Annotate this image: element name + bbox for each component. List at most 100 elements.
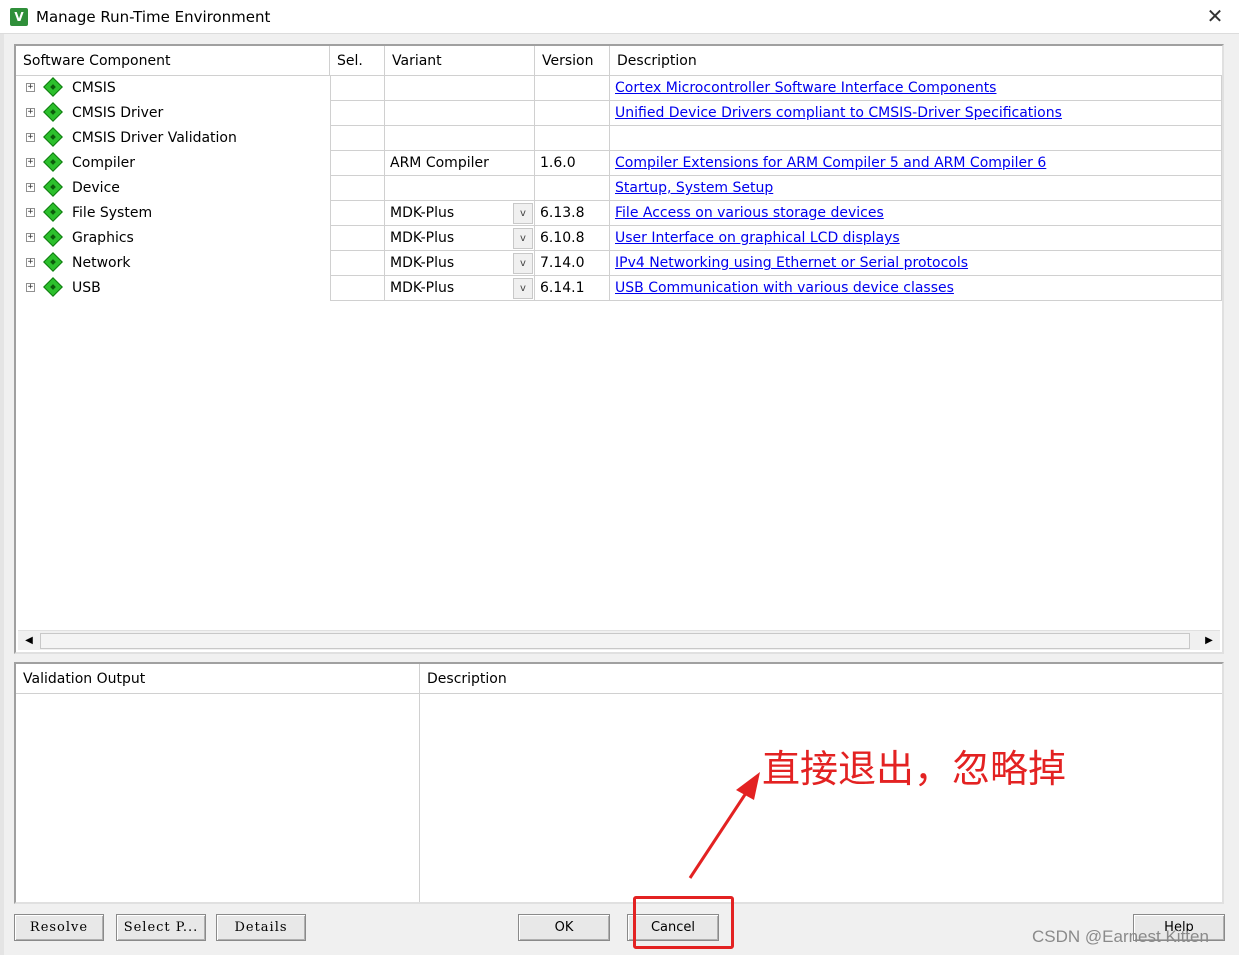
description-link[interactable]: Cortex Microcontroller Software Interfac… bbox=[615, 80, 996, 96]
component-diamond-icon bbox=[43, 102, 63, 122]
select-packs-button[interactable]: Select P... bbox=[116, 914, 206, 941]
variant-cell bbox=[385, 126, 535, 151]
horizontal-scrollbar[interactable]: ◀ ▶ bbox=[18, 630, 1220, 650]
description-link[interactable]: Compiler Extensions for ARM Compiler 5 a… bbox=[615, 155, 1046, 171]
column-header-description[interactable]: Description bbox=[610, 46, 1222, 76]
resolve-button[interactable]: Resolve bbox=[14, 914, 104, 941]
column-header-version[interactable]: Version bbox=[535, 46, 610, 76]
component-name: Device bbox=[72, 180, 120, 196]
component-name: Graphics bbox=[72, 230, 134, 246]
component-diamond-icon bbox=[43, 202, 63, 222]
expand-plus-icon[interactable]: + bbox=[26, 233, 35, 242]
description-cell: Unified Device Drivers compliant to CMSI… bbox=[610, 101, 1222, 126]
expand-plus-icon[interactable]: + bbox=[26, 283, 35, 292]
sel-cell[interactable] bbox=[330, 226, 385, 251]
version-cell bbox=[535, 76, 610, 101]
title-bar: V Manage Run-Time Environment ✕ bbox=[0, 0, 1239, 34]
details-button[interactable]: Details bbox=[216, 914, 306, 941]
component-cell: + File System bbox=[16, 201, 330, 226]
variant-cell bbox=[385, 101, 535, 126]
variant-cell[interactable]: MDK-Plus v bbox=[385, 226, 535, 251]
component-cell: + CMSIS Driver Validation bbox=[16, 126, 330, 151]
annotation-arrow bbox=[688, 772, 760, 879]
column-header-component[interactable]: Software Component bbox=[16, 46, 330, 76]
sel-cell[interactable] bbox=[330, 201, 385, 226]
expand-plus-icon[interactable]: + bbox=[26, 208, 35, 217]
validation-header: Validation Output Description bbox=[16, 664, 1222, 694]
table-row[interactable]: + Graphics MDK-Plus v 6.10.8 User Interface o… bbox=[16, 226, 1222, 251]
table-row[interactable]: + USB MDK-Plus v 6.14.1 USB Communication wit… bbox=[16, 276, 1222, 301]
column-header-validation-output[interactable]: Validation Output bbox=[16, 664, 420, 694]
description-cell: Compiler Extensions for ARM Compiler 5 a… bbox=[610, 151, 1222, 176]
variant-value: MDK-Plus bbox=[390, 205, 455, 221]
description-link[interactable]: File Access on various storage devices bbox=[615, 205, 884, 221]
sel-cell[interactable] bbox=[330, 126, 385, 151]
left-edge bbox=[0, 34, 4, 955]
table-row[interactable]: + Compiler ARM Compiler 1.6.0 Compiler Exten… bbox=[16, 151, 1222, 176]
chevron-down-icon[interactable]: v bbox=[513, 253, 533, 274]
component-cell: + CMSIS bbox=[16, 76, 330, 101]
sel-cell[interactable] bbox=[330, 101, 385, 126]
component-diamond-icon bbox=[43, 77, 63, 97]
expand-plus-icon[interactable]: + bbox=[26, 183, 35, 192]
sel-cell[interactable] bbox=[330, 276, 385, 301]
column-header-variant[interactable]: Variant bbox=[385, 46, 535, 76]
column-header-sel[interactable]: Sel. bbox=[330, 46, 385, 76]
expand-plus-icon[interactable]: + bbox=[26, 158, 35, 167]
window-title: Manage Run-Time Environment bbox=[36, 7, 271, 26]
sel-cell[interactable] bbox=[330, 251, 385, 276]
component-diamond-icon bbox=[43, 152, 63, 172]
version-cell: 7.14.0 bbox=[535, 251, 610, 276]
variant-cell bbox=[385, 76, 535, 101]
component-grid: Software Component Sel. Variant Version … bbox=[14, 44, 1224, 654]
description-cell: USB Communication with various device cl… bbox=[610, 276, 1222, 301]
scroll-left-icon[interactable]: ◀ bbox=[20, 632, 38, 650]
description-link[interactable]: USB Communication with various device cl… bbox=[615, 280, 954, 296]
chevron-down-icon[interactable]: v bbox=[513, 278, 533, 299]
description-cell: Startup, System Setup bbox=[610, 176, 1222, 201]
component-cell: + Device bbox=[16, 176, 330, 201]
table-row[interactable]: + Network MDK-Plus v 7.14.0 IPv4 Networking u… bbox=[16, 251, 1222, 276]
annotation-text: 直接退出，忽略掉 bbox=[762, 747, 1067, 791]
chevron-down-icon[interactable]: v bbox=[513, 228, 533, 249]
component-diamond-icon bbox=[43, 177, 63, 197]
scroll-right-icon[interactable]: ▶ bbox=[1200, 632, 1218, 650]
sel-cell[interactable] bbox=[330, 151, 385, 176]
component-name: CMSIS bbox=[72, 80, 116, 96]
table-row[interactable]: + CMSIS Driver Unified Device Drivers comp… bbox=[16, 101, 1222, 126]
table-row[interactable]: + Device Startup, System Setup bbox=[16, 176, 1222, 201]
annotation-highlight-box bbox=[633, 896, 734, 949]
expand-plus-icon[interactable]: + bbox=[26, 108, 35, 117]
table-row[interactable]: + CMSIS Cortex Microcontroller Software In… bbox=[16, 76, 1222, 101]
expand-plus-icon[interactable]: + bbox=[26, 83, 35, 92]
expand-plus-icon[interactable]: + bbox=[26, 258, 35, 267]
description-link[interactable]: IPv4 Networking using Ethernet or Serial… bbox=[615, 255, 968, 271]
table-row[interactable]: + File System MDK-Plus v 6.13.8 File Access o… bbox=[16, 201, 1222, 226]
description-cell bbox=[610, 126, 1222, 151]
ok-button[interactable]: OK bbox=[518, 914, 610, 941]
variant-cell[interactable]: MDK-Plus v bbox=[385, 251, 535, 276]
version-cell bbox=[535, 176, 610, 201]
scroll-thumb[interactable] bbox=[40, 633, 1190, 649]
column-header-validation-description[interactable]: Description bbox=[420, 664, 1222, 694]
sel-cell[interactable] bbox=[330, 176, 385, 201]
component-cell: + CMSIS Driver bbox=[16, 101, 330, 126]
variant-value: ARM Compiler bbox=[390, 155, 489, 171]
description-link[interactable]: User Interface on graphical LCD displays bbox=[615, 230, 900, 246]
version-cell bbox=[535, 126, 610, 151]
close-icon[interactable]: ✕ bbox=[1205, 6, 1225, 27]
component-cell: + USB bbox=[16, 276, 330, 301]
component-name: CMSIS Driver bbox=[72, 105, 164, 121]
component-name: CMSIS Driver Validation bbox=[72, 130, 237, 146]
component-diamond-icon bbox=[43, 277, 63, 297]
description-link[interactable]: Unified Device Drivers compliant to CMSI… bbox=[615, 105, 1062, 121]
chevron-down-icon[interactable]: v bbox=[513, 203, 533, 224]
table-row[interactable]: + CMSIS Driver Validation bbox=[16, 126, 1222, 151]
component-diamond-icon bbox=[43, 252, 63, 272]
variant-cell[interactable]: MDK-Plus v bbox=[385, 201, 535, 226]
description-cell: File Access on various storage devices bbox=[610, 201, 1222, 226]
sel-cell[interactable] bbox=[330, 76, 385, 101]
description-link[interactable]: Startup, System Setup bbox=[615, 180, 773, 196]
variant-cell[interactable]: MDK-Plus v bbox=[385, 276, 535, 301]
expand-plus-icon[interactable]: + bbox=[26, 133, 35, 142]
